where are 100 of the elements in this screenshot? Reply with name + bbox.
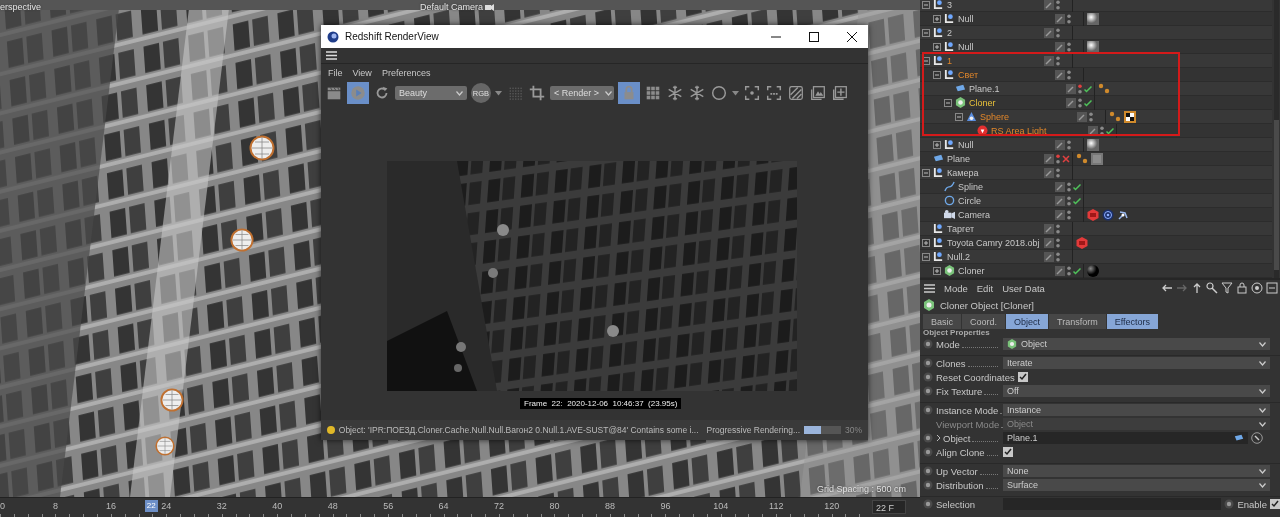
up-arrow-icon[interactable] — [1191, 282, 1203, 294]
expand-toggle-icon[interactable] — [933, 266, 941, 275]
object-name[interactable]: Toyota Camry 2018.obj — [947, 237, 1040, 248]
dots-tag-icon[interactable] — [1076, 152, 1088, 165]
frame-field[interactable]: 22 F — [872, 500, 906, 514]
object-name[interactable]: Camera — [958, 209, 990, 220]
checker-icon[interactable] — [1124, 110, 1136, 123]
edit-toggle-icon[interactable] — [1044, 153, 1054, 164]
material-icon[interactable] — [1087, 12, 1099, 25]
hexagon-tag-icon[interactable] — [1087, 208, 1099, 221]
edit-toggle-icon[interactable] — [1055, 209, 1065, 220]
menu-icon[interactable] — [924, 283, 935, 293]
object-name[interactable]: Circle — [958, 195, 981, 206]
expand-toggle-icon[interactable] — [922, 56, 930, 65]
visibility-dots-icon[interactable] — [1056, 27, 1060, 38]
edit-toggle-icon[interactable] — [1044, 223, 1054, 234]
edit-toggle-icon[interactable] — [1044, 27, 1054, 38]
visibility-dots-icon[interactable] — [1078, 83, 1082, 94]
object-name[interactable]: Plane — [947, 153, 971, 164]
menu-item[interactable]: Mode — [944, 282, 968, 294]
dropdown[interactable]: Surface — [1003, 479, 1270, 491]
material-icon[interactable] — [1087, 138, 1099, 151]
target-icon[interactable] — [1102, 208, 1114, 221]
keyframe-button-icon[interactable] — [1224, 499, 1235, 509]
edit-toggle-icon[interactable] — [1055, 181, 1065, 192]
new-window-icon[interactable] — [1266, 282, 1278, 294]
edit-toggle-icon[interactable] — [1055, 139, 1065, 150]
object-name[interactable]: Cloner — [969, 97, 996, 108]
scrollbar-thumb[interactable] — [1274, 120, 1279, 270]
dropdown[interactable]: Instance — [1003, 404, 1270, 416]
check-icon[interactable] — [1106, 126, 1114, 135]
object-name[interactable]: Null — [958, 139, 974, 150]
tab[interactable]: Coord. — [962, 314, 1006, 329]
dropdown[interactable]: Object — [1003, 338, 1270, 350]
cross-icon[interactable] — [1062, 154, 1070, 163]
object-name[interactable]: Камера — [947, 167, 979, 178]
visibility-dots-icon[interactable] — [1056, 237, 1060, 248]
expand-toggle-icon[interactable] — [922, 238, 930, 247]
visibility-dots-icon[interactable] — [1078, 97, 1082, 108]
visibility-dots-icon[interactable] — [1056, 153, 1060, 164]
expand-toggle-icon[interactable] — [955, 112, 963, 121]
visibility-dots-icon[interactable] — [1056, 223, 1060, 234]
caret-icon[interactable] — [1259, 388, 1266, 394]
caret-icon[interactable] — [1259, 468, 1266, 474]
edit-toggle-icon[interactable] — [1044, 237, 1054, 248]
edit-toggle-icon[interactable] — [1044, 167, 1054, 178]
material-ball-icon[interactable] — [1087, 264, 1099, 277]
lock-icon[interactable] — [1236, 282, 1248, 294]
object-name[interactable]: 2 — [947, 27, 952, 38]
dropdown[interactable]: Off — [1003, 385, 1270, 397]
edit-toggle-icon[interactable] — [1055, 69, 1065, 80]
check-icon[interactable] — [1073, 266, 1081, 275]
menu-item[interactable]: User Data — [1002, 282, 1045, 294]
checkbox[interactable] — [1270, 499, 1280, 509]
visibility-dots-icon[interactable] — [1056, 167, 1060, 178]
edit-toggle-icon[interactable] — [1066, 83, 1076, 94]
check-icon[interactable] — [1073, 196, 1081, 205]
caret-icon[interactable] — [1259, 341, 1266, 347]
visibility-dots-icon[interactable] — [1067, 181, 1071, 192]
pick-button-icon[interactable] — [1251, 432, 1263, 444]
check-icon[interactable] — [1073, 182, 1081, 191]
object-name[interactable]: Null — [958, 41, 974, 52]
object-name[interactable]: Свет — [958, 69, 978, 80]
expand-toggle-icon[interactable] — [933, 140, 941, 149]
tab[interactable]: Basic — [923, 314, 961, 329]
target-icon[interactable] — [1251, 282, 1263, 294]
object-name[interactable]: Plane.1 — [969, 83, 1000, 94]
expand-toggle-icon[interactable] — [933, 14, 941, 23]
caret-icon[interactable] — [1259, 407, 1266, 413]
object-name[interactable]: Null.2 — [947, 251, 970, 262]
edit-toggle-icon[interactable] — [1055, 265, 1065, 276]
visibility-dots-icon[interactable] — [1067, 139, 1071, 150]
link-field[interactable]: Plane.1 — [1003, 432, 1248, 444]
edit-toggle-icon[interactable] — [1044, 251, 1054, 262]
material-icon[interactable] — [1087, 40, 1099, 53]
dropdown[interactable]: None — [1003, 465, 1270, 477]
edit-toggle-icon[interactable] — [1044, 0, 1054, 10]
visibility-dots-icon[interactable] — [1089, 111, 1093, 122]
caret-icon[interactable] — [1259, 482, 1266, 488]
checkbox[interactable] — [1003, 447, 1013, 457]
edit-toggle-icon[interactable] — [1066, 97, 1076, 108]
dropdown[interactable]: Iterate — [1003, 357, 1270, 369]
edit-toggle-icon[interactable] — [1055, 13, 1065, 24]
visibility-dots-icon[interactable] — [1067, 209, 1071, 220]
visibility-dots-icon[interactable] — [1067, 195, 1071, 206]
visibility-dots-icon[interactable] — [1067, 41, 1071, 52]
check-icon[interactable] — [1084, 84, 1092, 93]
search-icon[interactable] — [1206, 282, 1218, 294]
visibility-dots-icon[interactable] — [1067, 13, 1071, 24]
edit-toggle-icon[interactable] — [1077, 111, 1087, 122]
object-name[interactable]: 1 — [947, 55, 952, 66]
object-name[interactable]: 3 — [947, 0, 952, 10]
visibility-dots-icon[interactable] — [1056, 0, 1060, 10]
tab[interactable]: Object — [1006, 314, 1049, 329]
object-name[interactable]: Null — [958, 13, 974, 24]
expand-toggle-icon[interactable] — [944, 98, 952, 107]
expand-toggle-icon[interactable] — [922, 0, 930, 9]
expand-toggle-icon[interactable] — [933, 42, 941, 51]
menu-item[interactable]: Edit — [976, 282, 994, 294]
back-arrow-icon[interactable] — [1161, 282, 1173, 294]
